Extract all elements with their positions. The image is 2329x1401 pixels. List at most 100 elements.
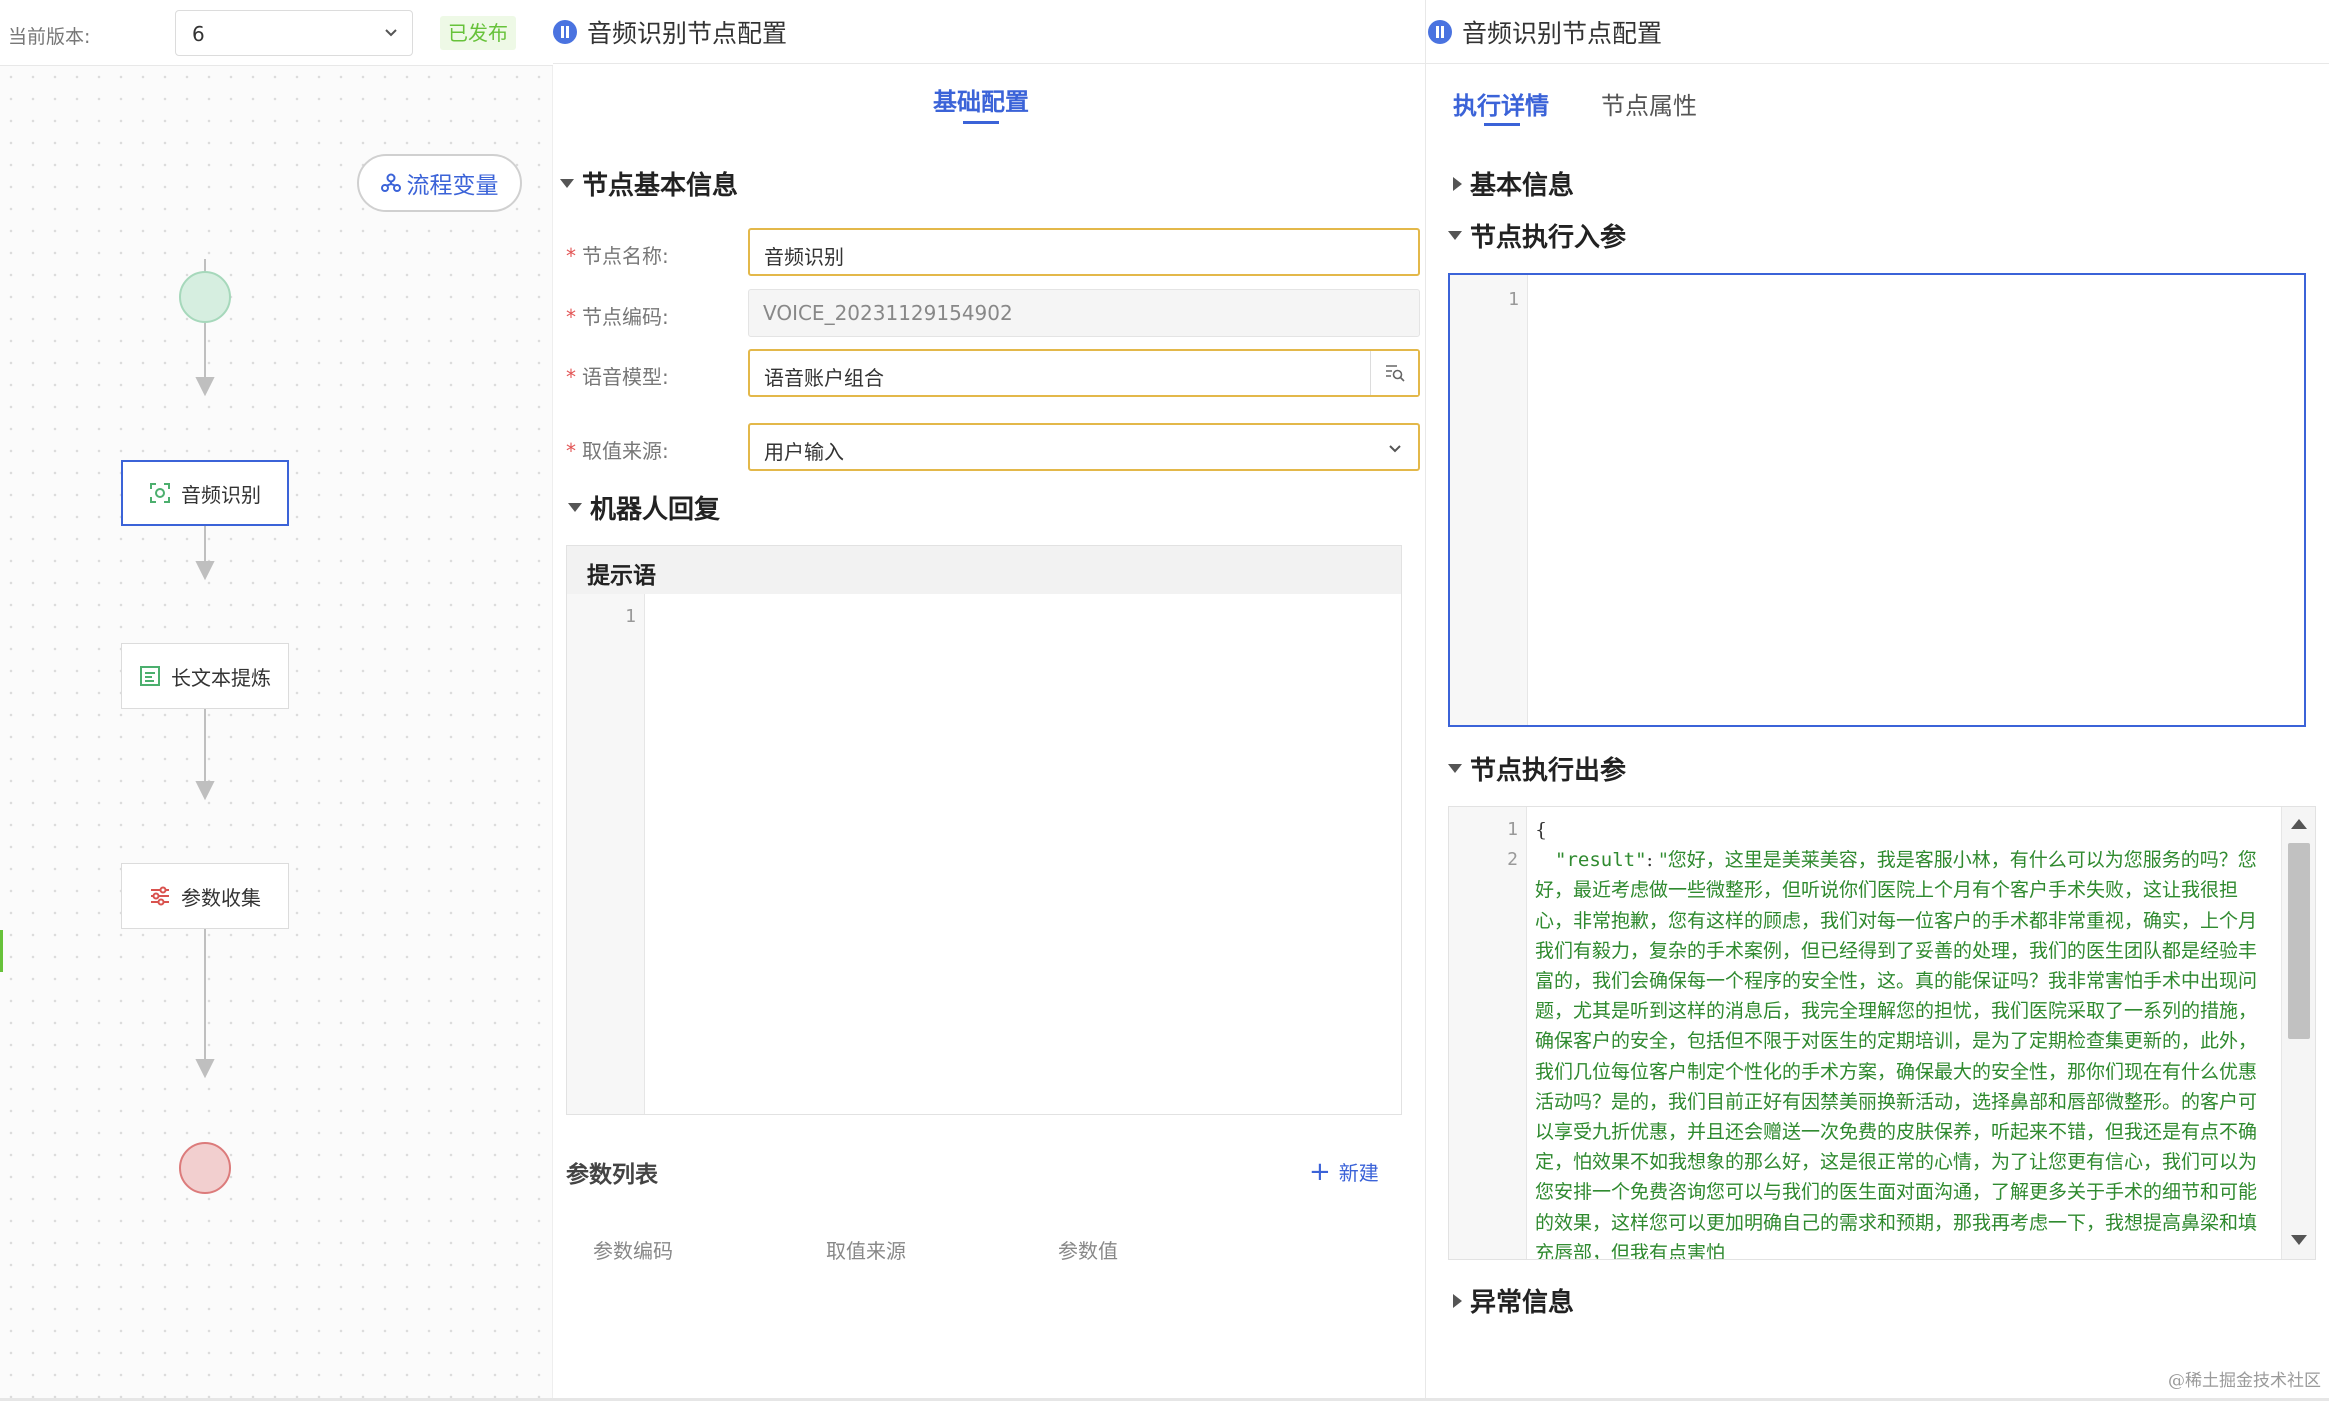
config-panel-title: 音频识别节点配置	[587, 18, 788, 48]
flow-connectors	[195, 259, 215, 1079]
output-json-code: { "result": "您好，这里是美莱美容，我是客服小林，有什么可以为您服务…	[1535, 815, 2269, 1259]
section-title: 节点执行出参	[1470, 756, 1627, 786]
flow-node-parameter-collection[interactable]: 参数收集	[121, 863, 289, 929]
node-info-icon	[1428, 19, 1452, 44]
field-label-text: 节点名称:	[582, 244, 669, 268]
node-info-icon	[553, 19, 577, 44]
json-result-line: "result": "您好，这里是美莱美容，我是客服小林，有什么可以为您服务的吗…	[1535, 845, 2269, 1259]
field-label-text: 取值来源:	[582, 439, 669, 463]
param-list-title: 参数列表	[566, 1162, 658, 1188]
section-basic-info[interactable]: 基本信息	[1453, 165, 1574, 202]
chevron-down-icon	[1389, 445, 1401, 453]
lookup-button[interactable]	[1370, 351, 1418, 395]
scroll-down-arrow-icon[interactable]	[2291, 1235, 2307, 1245]
flow-panel: 当前版本: 6 已发布 流程变量 音频识别 长文本提炼 参数收集	[0, 0, 553, 1401]
node-name-label: * 节点名称:	[566, 240, 669, 269]
section-robot-reply[interactable]: 机器人回复	[568, 489, 720, 526]
left-edge-marker	[0, 930, 3, 972]
line-number-gutter: 1 2	[1449, 807, 1527, 1259]
start-node[interactable]	[179, 271, 231, 323]
section-node-basic-info[interactable]: 节点基本信息	[560, 165, 738, 202]
flow-node-audio-recognition[interactable]: 音频识别	[121, 460, 289, 526]
watermark: @稀土掘金技术社区	[2168, 1371, 2321, 1391]
new-param-label: 新建	[1338, 1161, 1379, 1185]
column-header-param-code: 参数编码	[593, 1239, 673, 1263]
caret-down-icon	[1448, 231, 1462, 240]
vertical-scrollbar[interactable]	[2281, 807, 2315, 1259]
json-key: "result"	[1555, 849, 1647, 872]
tab-execution-details[interactable]: 执行详情	[1453, 86, 1549, 121]
line-number: 1	[1507, 819, 1518, 840]
flow-variables-label: 流程变量	[406, 173, 499, 199]
json-open-brace: {	[1535, 819, 1548, 841]
active-tab-indicator	[963, 121, 999, 124]
json-colon: :	[1646, 849, 1659, 872]
column-header-value-source: 取值来源	[826, 1239, 906, 1263]
node-code-input: VOICE_20231129154902	[748, 289, 1420, 337]
version-bar: 当前版本: 6 已发布	[0, 0, 553, 66]
value-source-value: 用户输入	[764, 440, 844, 464]
parameter-sliders-icon	[151, 886, 169, 906]
text-extract-icon	[140, 666, 160, 686]
voice-model-input[interactable]: 语音账户组合	[748, 349, 1420, 397]
prompt-title: 提示语	[567, 546, 1401, 594]
field-label-text: 语音模型:	[582, 365, 669, 389]
flow-node-label: 长文本提炼	[171, 665, 271, 690]
section-title: 异常信息	[1470, 1288, 1575, 1318]
new-param-button[interactable]: + 新建	[1309, 1157, 1379, 1186]
column-header-param-value: 参数值	[1058, 1239, 1118, 1263]
value-source-select[interactable]: 用户输入	[748, 423, 1420, 471]
caret-right-icon	[1453, 1293, 1462, 1308]
section-title: 节点基本信息	[582, 171, 739, 201]
required-asterisk-icon: *	[566, 439, 576, 463]
chevron-down-icon	[385, 29, 397, 37]
node-name-input[interactable]: 音频识别	[748, 228, 1420, 276]
section-title: 节点执行入参	[1470, 223, 1627, 253]
exec-input-editor[interactable]: 1	[1448, 273, 2306, 727]
voice-model-value: 语音账户组合	[764, 366, 884, 390]
arrow-head-icon	[195, 1059, 215, 1079]
caret-right-icon	[1453, 176, 1462, 191]
arrow-head-icon	[195, 377, 215, 397]
field-label-text: 节点编码:	[582, 305, 669, 329]
version-select-value: 6	[192, 22, 205, 46]
prompt-editor[interactable]: 提示语 1	[566, 545, 1402, 1115]
flow-variable-icon	[380, 173, 401, 192]
node-code-label: * 节点编码:	[566, 301, 669, 330]
flow-node-long-text-extraction[interactable]: 长文本提炼	[121, 643, 289, 709]
scrollbar-thumb[interactable]	[2288, 843, 2310, 1039]
line-number: 1	[625, 606, 636, 627]
line-number-gutter: 1	[1450, 275, 1528, 725]
flow-node-label: 参数收集	[181, 885, 261, 910]
plus-icon: +	[1309, 1156, 1331, 1187]
scroll-up-arrow-icon[interactable]	[2291, 819, 2307, 829]
caret-down-icon	[560, 179, 574, 188]
execution-panel-header: 音频识别节点配置	[1426, 0, 2329, 64]
line-number: 1	[1508, 289, 1519, 310]
flow-variables-button[interactable]: 流程变量	[357, 154, 522, 212]
end-node[interactable]	[179, 1142, 231, 1194]
active-tab-indicator	[1484, 123, 1520, 126]
tab-basic-config[interactable]: 基础配置	[933, 82, 1029, 117]
value-source-label: * 取值来源:	[566, 435, 669, 464]
published-status-badge: 已发布	[440, 16, 516, 50]
section-title: 机器人回复	[590, 495, 721, 525]
required-asterisk-icon: *	[566, 305, 576, 329]
flow-node-label: 音频识别	[181, 482, 261, 507]
section-exec-input[interactable]: 节点执行入参	[1448, 217, 1626, 254]
caret-down-icon	[568, 503, 582, 512]
list-search-icon	[1385, 365, 1405, 382]
tab-node-properties[interactable]: 节点属性	[1601, 86, 1697, 121]
section-title: 基本信息	[1470, 171, 1575, 201]
required-asterisk-icon: *	[566, 365, 576, 389]
caret-down-icon	[1448, 764, 1462, 773]
section-error-info[interactable]: 异常信息	[1453, 1282, 1574, 1319]
audio-recognition-icon	[150, 483, 170, 503]
section-exec-output[interactable]: 节点执行出参	[1448, 750, 1626, 787]
flow-canvas[interactable]: 流程变量 音频识别 长文本提炼 参数收集	[0, 66, 553, 1401]
voice-model-label: * 语音模型:	[566, 361, 669, 390]
required-asterisk-icon: *	[566, 244, 576, 268]
execution-panel: 音频识别节点配置 执行详情 节点属性 基本信息 节点执行入参 1 节点执行出参 …	[1425, 0, 2329, 1401]
exec-output-editor[interactable]: 1 2 { "result": "您好，这里是美莱美容，我是客服小林，有什么可以…	[1448, 806, 2316, 1260]
version-select[interactable]: 6	[175, 10, 413, 56]
